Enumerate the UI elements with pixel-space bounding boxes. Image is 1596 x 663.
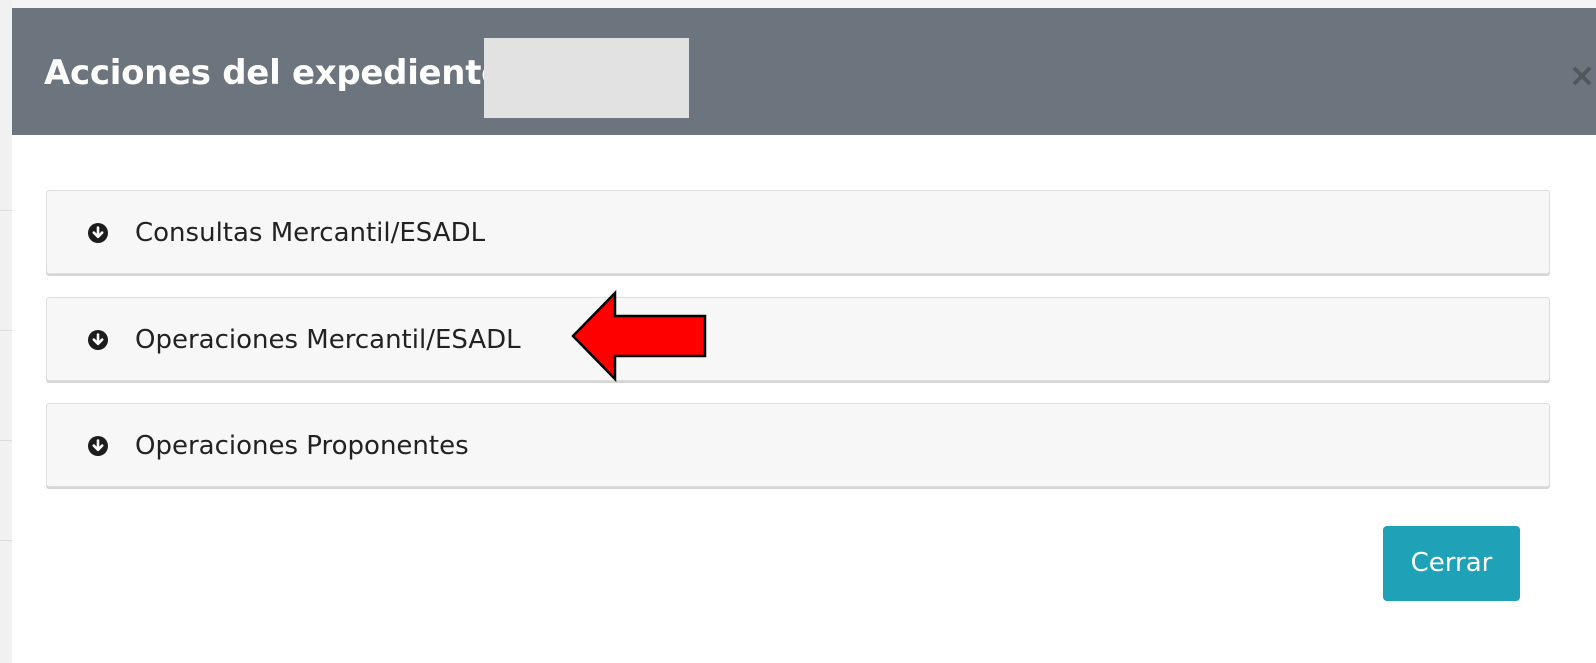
modal-title: Acciones del expediente	[44, 53, 504, 93]
accordion-item-consultas-mercantil[interactable]: Consultas Mercantil/ESADL	[46, 190, 1550, 274]
accordion-item-operaciones-mercantil[interactable]: Operaciones Mercantil/ESADL	[46, 297, 1550, 381]
backdrop-divider	[0, 540, 12, 541]
circle-arrow-down-icon	[88, 436, 108, 456]
accordion-item-label: Consultas Mercantil/ESADL	[135, 218, 486, 248]
actions-modal: Acciones del expediente × Consultas Merc…	[12, 0, 1596, 663]
red-arrow-annotation	[571, 290, 707, 382]
accordion-item-operaciones-proponentes[interactable]: Operaciones Proponentes	[46, 403, 1550, 487]
cerrar-button[interactable]: Cerrar	[1383, 526, 1520, 601]
page: Acciones del expediente × Consultas Merc…	[0, 0, 1596, 663]
redacted-case-number	[484, 38, 689, 118]
backdrop-divider	[0, 330, 12, 331]
circle-arrow-down-icon	[88, 223, 108, 243]
backdrop-divider	[0, 440, 12, 441]
accordion-item-label: Operaciones Mercantil/ESADL	[135, 325, 521, 355]
close-icon[interactable]: ×	[1568, 58, 1596, 92]
backdrop-divider	[0, 210, 12, 211]
modal-header: Acciones del expediente ×	[12, 8, 1596, 135]
circle-arrow-down-icon	[88, 330, 108, 350]
accordion-item-label: Operaciones Proponentes	[135, 431, 469, 461]
